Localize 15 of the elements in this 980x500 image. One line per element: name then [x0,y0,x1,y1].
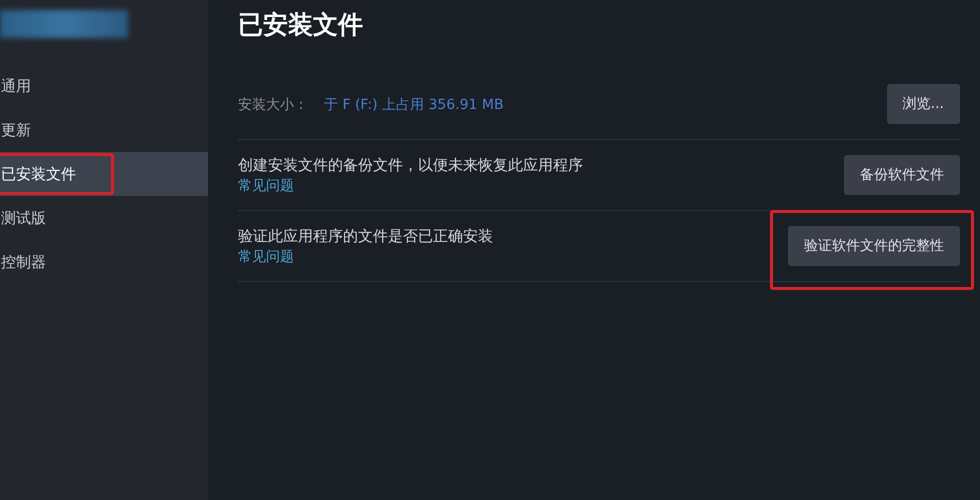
action-button[interactable]: 备份软件文件 [844,155,960,195]
page-title: 已安装文件 [238,9,364,41]
sidebar-item[interactable]: 控制器 [0,240,208,284]
faq-link[interactable]: 常见问题 [238,176,583,194]
browse-button[interactable]: 浏览... [886,84,960,124]
sidebar-item[interactable]: 已安装文件 [0,152,208,196]
sidebar-item[interactable]: 测试版 [0,196,208,240]
sidebar-item[interactable]: 通用 [0,64,208,108]
row-description: 创建安装文件的备份文件，以便未来恢复此应用程序 [238,156,583,174]
action-button[interactable]: 验证软件文件的完整性 [788,226,960,266]
install-size-value: 于 F (F:) 上占用 356.91 MB [324,97,504,113]
faq-link[interactable]: 常见问题 [238,248,493,266]
sidebar-item[interactable]: 更新 [0,108,208,152]
row-description: 验证此应用程序的文件是否已正确安装 [238,226,493,246]
install-size-label: 安装大小： [238,97,308,113]
